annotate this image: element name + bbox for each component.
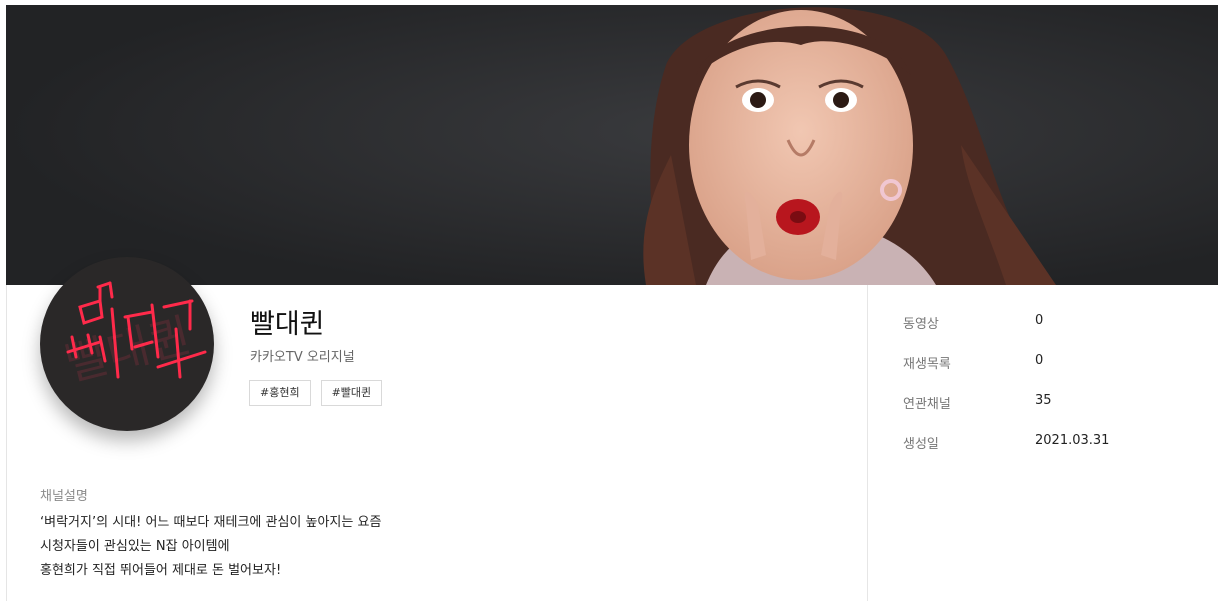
channel-description: ‘벼락거지’의 시대! 어느 때보다 재테크에 관심이 높아지는 요즘 시청자들… bbox=[40, 511, 381, 583]
stat-value: 0 bbox=[1035, 353, 1044, 368]
stat-label: 동영상 bbox=[903, 317, 939, 332]
description-line: ‘벼락거지’의 시대! 어느 때보다 재테크에 관심이 높아지는 요즘 bbox=[40, 515, 382, 530]
description-label: 채널설명 bbox=[40, 489, 88, 504]
channel-tags: #홍현희 #빨대퀸 bbox=[249, 380, 383, 406]
panel-divider bbox=[867, 285, 868, 601]
stat-label: 연관채널 bbox=[903, 397, 951, 412]
stat-value: 0 bbox=[1035, 313, 1044, 328]
stat-value: 35 bbox=[1035, 393, 1052, 408]
stat-videos: 동영상 0 bbox=[903, 313, 1109, 353]
stat-related-channels: 연관채널 35 bbox=[903, 393, 1109, 433]
stat-label: 재생목록 bbox=[903, 357, 951, 372]
stat-playlists: 재생목록 0 bbox=[903, 353, 1109, 393]
channel-page: 빨대퀸 빨대퀸 카카오TV 오리지널 #홍현희 #빨대퀸 채널설명 ‘벼락거지’… bbox=[0, 0, 1218, 601]
tag-ppaldae-queen[interactable]: #빨대퀸 bbox=[320, 380, 383, 406]
channel-stats: 동영상 0 재생목록 0 연관채널 35 생성일 2021.03.31 bbox=[903, 313, 1109, 473]
channel-subtitle: 카카오TV 오리지널 bbox=[250, 350, 355, 365]
channel-info-panel: 빨대퀸 빨대퀸 카카오TV 오리지널 #홍현희 #빨대퀸 채널설명 ‘벼락거지’… bbox=[6, 257, 1218, 601]
description-line: 시청자들이 관심있는 N잡 아이템에 bbox=[40, 539, 230, 554]
tag-hong-hyun-hee[interactable]: #홍현희 bbox=[249, 380, 311, 406]
stat-label: 생성일 bbox=[903, 437, 939, 452]
channel-avatar[interactable]: 빨대퀸 bbox=[40, 257, 214, 431]
channel-title: 빨대퀸 bbox=[250, 309, 325, 340]
channel-banner-image bbox=[6, 5, 1218, 285]
stat-value: 2021.03.31 bbox=[1035, 433, 1110, 448]
stat-created-date: 생성일 2021.03.31 bbox=[903, 433, 1109, 473]
banner-photo bbox=[6, 5, 1218, 285]
description-line: 홍현희가 직접 뛰어들어 제대로 돈 벌어보자! bbox=[40, 563, 282, 578]
channel-logo-neon: 빨대퀸 bbox=[60, 281, 207, 391]
